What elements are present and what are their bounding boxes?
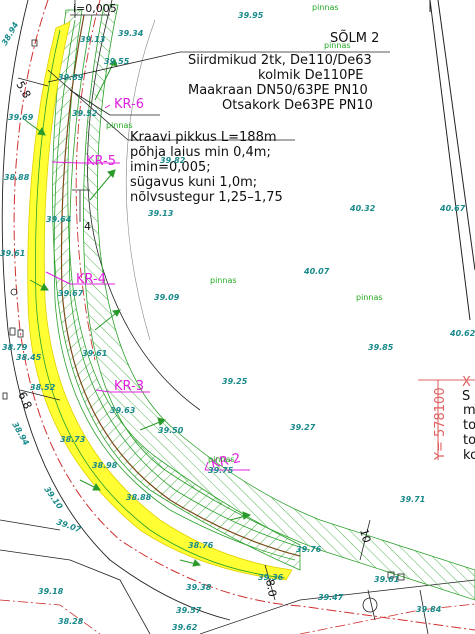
elevation-label: 38.28 [58,617,84,626]
elevation-label: 38.88 [126,493,152,502]
elevation-label: 39.07 [55,517,82,534]
elevation-label: 39.27 [290,423,316,432]
elevation-label: 40.07 [303,267,330,276]
elevation-label: 39.13 [148,209,174,218]
elevation-label: 39.63 [110,406,136,415]
elevation-label: 39.57 [176,606,202,615]
elevation-label: 39.18 [38,587,64,596]
elevation-label: 38.45 [16,353,42,362]
elevation-label: 39.38 [186,583,212,592]
site-plan-drawing: i=0,005 SÕLM 2 Siirdmikud 2tk, De110/De6… [0,0,475,634]
elevation-label: 39.64 [46,215,72,224]
elevation-label: 38.94 [0,20,21,47]
elevation-label: 39.52 [72,109,98,118]
elevation-label: 39.62 [172,623,198,632]
elevation-label: 40.67 [439,204,466,213]
node-line-4: Otsakork De63PE PN10 [222,98,373,113]
panel-frag-2: to [463,418,475,433]
dim-5-8: 5.8 [13,79,33,101]
marker-kr-6: KR-6 [114,97,144,112]
dim-4: 4 [84,220,91,233]
elevation-label: 39.47 [318,593,344,602]
node-note: SÕLM 2 Siirdmikud 2tk, De110/De63 kolmik… [188,30,379,113]
panel-frag-3: to [463,433,475,448]
ditch-line-4: nõlvsustegur 1,25–1,75 [130,190,283,205]
elevation-label: 39.76 [296,545,322,554]
pinnas-label: pinnas [210,276,237,285]
elevation-label: 38.79 [2,343,28,352]
elevation-label: 38.76 [188,541,214,550]
panel-frag-4: ko [463,448,475,463]
elevation-label: 39.34 [118,29,144,38]
elevation-label: 38.94 [10,421,31,448]
panel-partial-title: S [462,389,470,404]
marker-kr-4: KR-4 [76,272,106,287]
elevation-label: 40.32 [349,204,376,213]
elevation-label: 39.61 [0,249,25,258]
elevation-label: 39.69 [8,113,34,122]
node-line-2: kolmik De110PE [258,68,363,83]
elevation-label: 38.88 [4,173,30,182]
elevation-label: 38.73 [60,435,86,444]
marker-kr-5: KR-5 [86,154,116,169]
pinnas-label: pinnas [324,41,351,50]
elevation-label: 39.13 [80,35,106,44]
elevation-label: 39.82 [160,156,186,165]
node-line-3: Maakraan DN50/63PE PN10 [188,83,368,98]
elevation-label: 39.61 [82,349,107,358]
ditch-line-3: sügavus kuni 1,0m; [130,175,257,190]
node-line-1: Siirdmikud 2tk, De110/De63 [188,53,372,68]
marker-kr-3: KR-3 [114,379,144,394]
elevation-label: 38.52 [30,383,56,392]
elevation-label: 39.71 [400,495,425,504]
elevation-label: 38.98 [92,461,118,470]
elevation-label: 39.85 [368,343,394,352]
elevation-label: 39.25 [222,377,248,386]
pinnas-label: pinnas [208,455,235,464]
coordinate-y: Y= 578100 [433,387,448,461]
ditch-line-1: põhja laius min 0,4m; [130,145,271,160]
elevation-label: 39.55 [104,57,130,66]
elevation-label: 39.36 [258,573,284,582]
right-panel: S X Y= 578100 m to to ko [433,375,475,463]
pinnas-label: pinnas [356,293,383,302]
panel-frag-1: m [463,403,475,418]
elevation-label: 39.10 [42,485,64,511]
slope-note: i=0,005 [73,2,117,15]
elevation-label: 39.50 [158,426,184,435]
elevation-label: 39.69 [58,73,84,82]
ditch-note: Kraavi pikkus L=188m põhja laius min 0,4… [130,130,283,205]
elevation-label: 39.95 [238,11,264,20]
elevation-label: 40.62 [449,329,475,338]
pinnas-label: pinnas [106,121,133,130]
elevation-label: 39.61 [374,575,399,584]
ditch-title: Kraavi pikkus L=188m [130,130,277,145]
panel-partial-x: X [462,375,471,390]
slope-label: i=0,005 [73,2,117,15]
elevation-label: 39.67 [58,289,84,298]
elevation-label: 39.75 [208,466,234,475]
pinnas-label: pinnas [312,3,339,12]
elevation-label: 39.84 [416,605,442,614]
elevation-label: 39.09 [154,293,180,302]
